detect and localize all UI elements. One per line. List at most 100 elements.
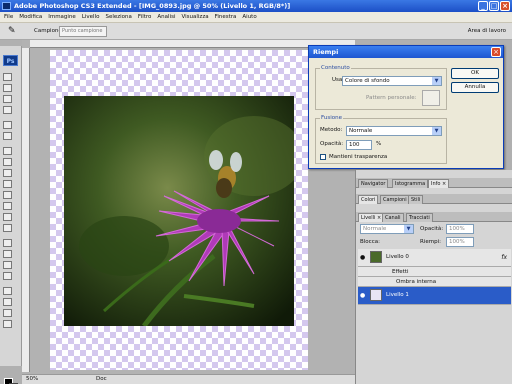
maximize-button[interactable]: □ xyxy=(489,1,499,11)
tab-colors[interactable]: Colori xyxy=(358,195,379,204)
path-select-tool-icon[interactable] xyxy=(3,261,12,269)
effects-label: Effetti xyxy=(392,269,409,275)
zoom-tool-icon[interactable] xyxy=(3,320,12,328)
flower-image xyxy=(64,96,294,326)
marquee-tool-icon[interactable] xyxy=(3,84,12,92)
chevron-down-icon: ▼ xyxy=(404,225,413,233)
sample-select[interactable]: Punto campione xyxy=(59,26,107,37)
shape-tool-icon[interactable] xyxy=(3,272,12,280)
stamp-tool-icon[interactable] xyxy=(3,169,12,177)
menu-seleziona[interactable]: Seleziona xyxy=(105,14,131,20)
layer-thumbnail xyxy=(370,251,382,263)
zoom-level[interactable]: 50% xyxy=(26,376,38,382)
menu-aiuto[interactable]: Aiuto xyxy=(242,14,256,20)
menu-immagine[interactable]: Immagine xyxy=(48,14,76,20)
move-tool-icon[interactable] xyxy=(3,73,12,81)
menu-file[interactable]: File xyxy=(4,14,13,20)
tab-info[interactable]: Info × xyxy=(428,179,450,188)
tab-histogram[interactable]: Istogramma xyxy=(392,179,429,188)
flower-photo[interactable] xyxy=(64,96,294,326)
lasso-tool-icon[interactable] xyxy=(3,95,12,103)
dialog-close-icon[interactable]: × xyxy=(491,47,501,57)
notes-tool-icon[interactable] xyxy=(3,287,12,295)
blend-mode-select[interactable]: Normale ▼ xyxy=(360,224,414,234)
chevron-down-icon: ▼ xyxy=(432,127,441,135)
tab-swatches[interactable]: Campioni xyxy=(380,195,410,204)
layer-thumbnail xyxy=(370,289,382,301)
layer-opacity-input[interactable]: 100% xyxy=(446,224,474,234)
crop-tool-icon[interactable] xyxy=(3,121,12,129)
type-tool-icon[interactable] xyxy=(3,250,12,258)
menu-visualizza[interactable]: Visualizza xyxy=(181,14,208,20)
use-select[interactable]: Colore di sfondo ▼ xyxy=(342,76,442,86)
slice-tool-icon[interactable] xyxy=(3,132,12,140)
opacity-input[interactable]: 100 xyxy=(346,140,372,150)
gradient-tool-icon[interactable] xyxy=(3,202,12,210)
layer-row[interactable]: ● Livello 0 fx xyxy=(358,249,511,267)
tab-channels[interactable]: Canali xyxy=(382,213,404,222)
eyedropper-icon[interactable]: ✎ xyxy=(8,26,16,36)
eyedropper-tool-icon[interactable] xyxy=(3,298,12,306)
cancel-button[interactable]: Annulla xyxy=(451,82,499,93)
minimize-button[interactable]: _ xyxy=(478,1,488,11)
preserve-transparency-label: Mantieni trasparenza xyxy=(329,154,388,160)
use-value: Colore di sfondo xyxy=(345,78,390,84)
menu-bar: File Modifica Immagine Livello Seleziona… xyxy=(0,12,512,23)
blending-group: Fusione Metodo: Normale ▼ Opacità: 100 %… xyxy=(315,115,447,164)
tab-styles[interactable]: Stili xyxy=(408,195,424,204)
tab-paths[interactable]: Tracciati xyxy=(406,213,433,222)
history-brush-tool-icon[interactable] xyxy=(3,180,12,188)
ruler-vertical xyxy=(22,48,30,372)
tab-navigator[interactable]: Navigator xyxy=(358,179,389,188)
toolbox: Ps xyxy=(0,46,22,384)
pattern-label: Pattern personale: xyxy=(366,95,417,101)
fx-icon[interactable]: fx xyxy=(501,254,507,261)
fill-dialog: Riempi × Contenuto Usa: Colore di sfondo… xyxy=(308,45,504,169)
blur-tool-icon[interactable] xyxy=(3,213,12,221)
pattern-picker[interactable] xyxy=(422,90,440,106)
brush-tool-icon[interactable] xyxy=(3,158,12,166)
method-select[interactable]: Normale ▼ xyxy=(346,126,442,136)
ps-logo: Ps xyxy=(3,55,18,66)
menu-finestra[interactable]: Finestra xyxy=(215,14,237,20)
eraser-tool-icon[interactable] xyxy=(3,191,12,199)
content-group-label: Contenuto xyxy=(320,65,351,71)
menu-analisi[interactable]: Analisi xyxy=(157,14,175,20)
eye-icon[interactable]: ● xyxy=(360,292,365,299)
chevron-down-icon: ▼ xyxy=(432,77,441,85)
content-group: Contenuto Usa: Colore di sfondo ▼ Patter… xyxy=(315,65,447,110)
layer-name: Livello 0 xyxy=(386,254,409,260)
menu-livello[interactable]: Livello xyxy=(82,14,100,20)
layer-fill-input[interactable]: 100% xyxy=(446,237,474,247)
opacity-unit: % xyxy=(376,141,382,147)
healing-tool-icon[interactable] xyxy=(3,147,12,155)
color-tab-row: Colori Campioni Stili xyxy=(356,194,512,204)
magic-wand-tool-icon[interactable] xyxy=(3,106,12,114)
layer-row-selected[interactable]: ● Livello 1 xyxy=(358,287,511,305)
pen-tool-icon[interactable] xyxy=(3,239,12,247)
hand-tool-icon[interactable] xyxy=(3,309,12,317)
inner-shadow-row[interactable]: Ombra interna xyxy=(358,277,511,287)
ruler-horizontal xyxy=(30,40,355,48)
layers-tab-row: Livelli × Canali Tracciati xyxy=(356,212,512,222)
options-bar: ✎ Campione: Punto campione Area di lavor… xyxy=(0,23,512,40)
blending-group-label: Fusione xyxy=(320,115,343,121)
navigator-tab-row: Navigator Istogramma Info × xyxy=(356,178,512,188)
panels-dock: Navigator Istogramma Info × Colori Campi… xyxy=(355,170,512,384)
effects-row[interactable]: Effetti xyxy=(358,267,511,277)
workspace-button[interactable]: Area di lavoro xyxy=(468,28,506,34)
fill-label: Riempi: xyxy=(420,239,441,245)
menu-filtro[interactable]: Filtro xyxy=(138,14,151,20)
blend-mode-value: Normale xyxy=(363,226,387,232)
title-bar: Adobe Photoshop CS3 Extended - [IMG_0893… xyxy=(0,0,512,12)
preserve-transparency-checkbox[interactable] xyxy=(320,154,326,160)
menu-modifica[interactable]: Modifica xyxy=(19,14,42,20)
eye-icon[interactable]: ● xyxy=(360,254,365,261)
ok-button[interactable]: OK xyxy=(451,68,499,79)
layer-opacity-label: Opacità: xyxy=(420,226,444,232)
tab-layers[interactable]: Livelli × xyxy=(358,213,385,222)
app-icon xyxy=(2,2,11,10)
window-title: Adobe Photoshop CS3 Extended - [IMG_0893… xyxy=(14,2,291,10)
close-button[interactable]: × xyxy=(500,1,510,11)
dodge-tool-icon[interactable] xyxy=(3,224,12,232)
